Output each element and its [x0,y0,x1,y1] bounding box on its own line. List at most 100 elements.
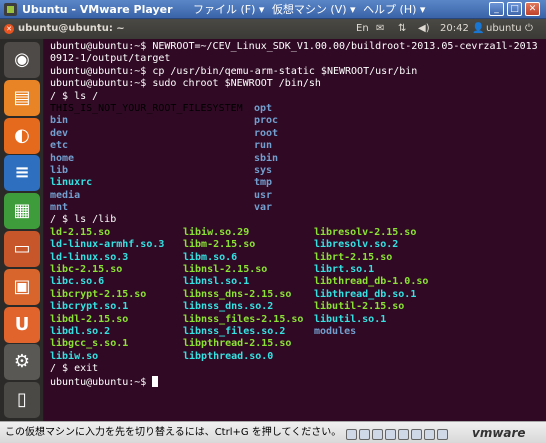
device-icons [346,427,450,440]
ls-entry: proc [254,115,279,127]
vmware-logo: vmware [472,426,526,440]
files-glyph: ▤ [13,86,31,108]
ls-entry: librt-2.15.so [314,251,393,263]
ls-entry: libcrypt.so.1 [50,301,129,313]
ls-entry: libpthread-2.15.so [183,338,292,350]
ls-lib-row: libc-2.15.so libnsl-2.15.so librt.so.1 [50,264,538,276]
ls-entry: libm.so.6 [183,251,238,263]
launcher-calc-icon[interactable]: ▦ [4,193,40,230]
ls-root-row: etc run [50,140,538,152]
launcher-software-center-icon[interactable]: ▣ [4,268,40,305]
shell-prompt: ubuntu@ubuntu:~$ [50,376,153,388]
menu-file[interactable]: ファイル (F) ▾ [193,3,264,16]
ls-entry: libnsl.so.1 [183,276,250,288]
ls-entry: libm-2.15.so [183,239,256,251]
power-icon[interactable]: ⏻ [525,19,533,39]
ls-entry: libthread_db.so.1 [314,288,417,300]
terminal-close-button[interactable]: ✕ [4,24,14,34]
volume-icon[interactable]: ◀) [418,19,430,39]
floppy-icon[interactable] [372,429,383,440]
launcher-firefox-icon[interactable]: ◐ [4,117,40,154]
trash-glyph: ▯ [17,389,27,411]
maximize-button[interactable]: □ [507,2,522,16]
cd-icon[interactable] [359,429,370,440]
ls-root-row: bin proc [50,115,538,127]
network-icon[interactable]: ⇅ [398,19,406,39]
message-icon[interactable] [437,429,448,440]
writer-glyph: ≡ [14,162,30,184]
user-name[interactable]: ubuntu [486,19,522,39]
ls-lib-row: ld-2.15.so libiw.so.29 libresolv-2.15.so [50,227,538,239]
launcher-trash-icon[interactable]: ▯ [4,382,40,419]
minimize-button[interactable]: _ [489,2,504,16]
hdd-icon[interactable] [346,429,357,440]
ls-entry: librt.so.1 [314,264,375,276]
ls-entry: libc-2.15.so [50,264,123,276]
printer-icon[interactable] [424,429,435,440]
ls-entry: dev [50,127,69,139]
terminal-line: ubuntu@ubuntu:~$ cp /usr/bin/qemu-arm-st… [50,65,418,77]
ls-lib-row: libcrypt-2.15.so libnss_dns-2.15.so libthr… [50,289,538,301]
ls-entry: libnss_dns-2.15.so [183,288,292,300]
clock[interactable]: 20:42 [440,19,469,39]
dash-home-glyph: ◉ [14,49,30,70]
ls-entry: linuxrc [50,177,93,189]
ls-entry: run [254,140,273,152]
launcher-dash-home-icon[interactable]: ◉ [4,42,40,78]
menu-vm[interactable]: 仮想マシン (V) ▾ [272,3,356,16]
ls-root-row: dev root [50,128,538,140]
mail-icon[interactable]: ✉ [376,19,384,39]
ls-entry: tmp [254,177,273,189]
ls-entry: libdl.so.2 [50,325,111,337]
ls-entry: sys [254,164,273,176]
ls-entry: sbin [254,152,279,164]
launcher-files-icon[interactable]: ▤ [4,79,40,116]
ls-entry: opt [254,102,273,114]
ls-entry: libpthread.so.0 [183,350,274,362]
calc-glyph: ▦ [13,200,31,222]
ls-entry: libiw.so.29 [183,226,250,238]
ls-entry: etc [50,140,69,152]
launcher-impress-icon[interactable]: ▭ [4,231,40,267]
ls-entry: libutil.so.1 [314,313,387,325]
ls-entry: libc.so.6 [50,276,105,288]
ls-root-row: linuxrc tmp [50,177,538,189]
usb-icon[interactable] [398,429,409,440]
ls-lib-row: libiw.so libpthread.so.0 [50,351,538,363]
ls-entry: libutil-2.15.so [314,301,405,313]
keyboard-indicator[interactable]: En [356,19,369,39]
ls-lib-row: ld-linux-armhf.so.3 libm-2.15.so libresolv… [50,239,538,251]
window-title: Ubuntu - VMware Player [22,3,173,16]
ls-entry: bin [50,115,69,127]
ls-entry: THIS_IS_NOT_YOUR_ROOT_FILESYSTEM [50,102,243,114]
firefox-glyph: ◐ [14,124,30,146]
ls-entry: mnt [50,202,69,214]
ls-entry: libiw.so [50,350,99,362]
user-icon[interactable]: 👤 [472,19,484,39]
ls-entry: libresolv-2.15.so [314,226,417,238]
launcher-system-settings-icon[interactable]: ⚙ [4,344,40,381]
terminal-area[interactable]: ubuntu@ubuntu:~$ NEWROOT=~/CEV_Linux_SDK… [44,39,546,421]
system-settings-glyph: ⚙ [13,351,31,373]
ls-root-row: home sbin [50,153,538,165]
ls-entry: libnsl-2.15.so [183,264,268,276]
ls-entry: var [254,202,273,214]
menu-bar: ファイル (F) ▾ 仮想マシン (V) ▾ ヘルプ (H) ▾ [193,0,429,19]
launcher-ubuntu-one-icon[interactable]: U [4,306,40,343]
close-button[interactable]: ✕ [525,2,540,16]
ubuntu-top-panel: ✕ ubuntu@ubuntu: ~ En ✉ ⇅ ◀) 20:42 👤 ubu… [0,19,546,39]
ls-lib-row: libdl.so.2 libnss_files.so.2 modules [50,326,538,338]
ls-lib-row: libdl-2.15.so libnss_files-2.15.so libutil… [50,314,538,326]
vmware-statusbar: この仮想マシンに入力を先を切り替えるには、Ctrl+G を押してください。 vm… [0,421,546,443]
ls-root-row: media usr [50,190,538,202]
vmware-app-icon [4,3,17,16]
ls-entry: home [50,152,75,164]
network-adapter-icon[interactable] [385,429,396,440]
terminal-line: / $ ls / [50,90,99,102]
ls-entry: usr [254,189,273,201]
ls-lib-row: libcrypt.so.1 libnss_dns.so.2 libutil-2.15… [50,301,538,313]
ls-entry: root [254,127,279,139]
sound-icon[interactable] [411,429,422,440]
launcher-writer-icon[interactable]: ≡ [4,155,40,192]
menu-help[interactable]: ヘルプ (H) ▾ [363,3,425,16]
